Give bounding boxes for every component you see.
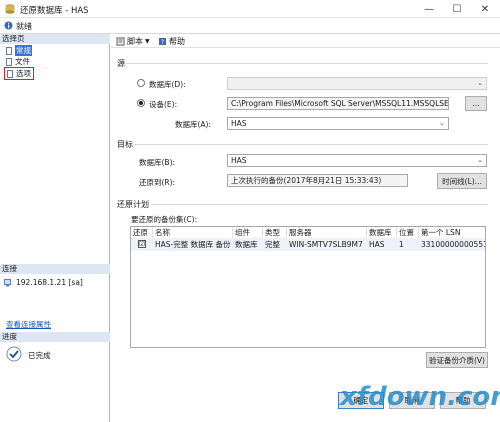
watermark: xfdown.com: [340, 382, 500, 412]
maximize-button[interactable]: ☐: [444, 0, 470, 18]
device-path-field[interactable]: C:\Program Files\Microsoft SQL Server\MS…: [227, 97, 449, 110]
source-db-select[interactable]: HAS ⌄: [227, 117, 449, 130]
completed-icon: [6, 346, 22, 362]
connection-header: 连接: [0, 264, 110, 274]
target-db-select[interactable]: HAS ⌄: [227, 154, 487, 167]
column-header[interactable]: 组件: [233, 227, 263, 238]
page-item-general[interactable]: 常规: [6, 45, 32, 56]
table-row[interactable]: ☑ HAS-完整 数据库 备份 数据库 完整 WIN-SMTV7SLB9M7 H…: [131, 238, 485, 251]
connection-text: 192.168.1.21 [sa]: [16, 278, 83, 287]
chevron-down-icon: ▼: [145, 38, 150, 45]
progress-text: 已完成: [28, 351, 51, 360]
row-first-lsn: 33100000000551000: [421, 240, 485, 249]
divider: [151, 204, 488, 205]
progress-header: 进度: [0, 332, 110, 342]
row-name: HAS-完整 数据库 备份: [155, 240, 231, 249]
chevron-down-icon: ⌄: [477, 79, 483, 87]
page-icon: [7, 69, 13, 78]
restore-plan-label: 还原计划: [117, 200, 149, 209]
target-label: 目标: [117, 140, 133, 149]
source-database-combo: ⌄: [227, 77, 487, 90]
help-icon: ?: [159, 38, 166, 46]
page-item-label: 文件: [15, 57, 30, 66]
svg-text:?: ?: [161, 39, 164, 46]
toolbar: 脚本 ▼ ? 帮助: [111, 34, 500, 48]
source-label: 源: [117, 59, 125, 68]
database-radio[interactable]: [137, 79, 145, 87]
window-title: 还原数据库 - HAS: [20, 6, 89, 16]
column-header[interactable]: 第一个 LSN: [419, 227, 485, 238]
backup-sets-grid[interactable]: 还原 名称 组件 类型 服务器 数据库 位置 第一个 LSN ☑ HAS-完整 …: [130, 226, 486, 348]
status-bar: 就绪: [0, 18, 500, 34]
source-db-label: 数据库(A):: [175, 120, 212, 129]
script-icon: [116, 37, 125, 46]
restore-to-field: 上次执行的备份(2017年8月21日 15:33:43): [227, 174, 408, 187]
status-text: 就绪: [16, 22, 32, 31]
divider: [133, 144, 488, 145]
server-icon: [4, 279, 11, 287]
close-button[interactable]: ✕: [472, 0, 498, 18]
target-db-label: 数据库(B):: [139, 158, 176, 167]
title-bar: 还原数据库 - HAS — ☐ ✕: [0, 0, 500, 18]
row-position: 1: [399, 240, 404, 249]
timeline-button[interactable]: 时间线(L)...: [437, 173, 487, 189]
left-panel: 选择页 常规 文件 选项 连接 192.168.1.21 [sa] 查看连接属性…: [0, 34, 110, 422]
backup-sets-label: 要还原的备份集(C):: [131, 215, 198, 224]
page-item-options[interactable]: 选项: [4, 67, 34, 80]
column-header[interactable]: 名称: [153, 227, 233, 238]
row-component: 数据库: [235, 240, 258, 249]
chevron-down-icon: ⌄: [477, 156, 483, 164]
maximize-icon: ☐: [452, 3, 462, 15]
column-header[interactable]: 还原: [131, 227, 153, 238]
divider: [126, 63, 488, 64]
view-connection-properties-link[interactable]: 查看连接属性: [6, 319, 51, 330]
page-item-files[interactable]: 文件: [6, 56, 30, 67]
column-header[interactable]: 位置: [397, 227, 419, 238]
page-item-label: 选项: [16, 69, 31, 78]
row-server: WIN-SMTV7SLB9M7: [289, 240, 363, 249]
device-radio[interactable]: [137, 99, 145, 107]
page-icon: [6, 57, 12, 66]
minimize-button[interactable]: —: [416, 0, 442, 18]
row-database: HAS: [369, 240, 385, 249]
column-header[interactable]: 类型: [263, 227, 287, 238]
restore-checkbox[interactable]: ☑: [138, 240, 146, 248]
help-label: 帮助: [169, 37, 185, 46]
restore-to-label: 还原到(R):: [139, 178, 176, 187]
device-radio-label: 设备(E):: [149, 100, 178, 109]
close-icon: ✕: [480, 3, 490, 15]
target-db-value: HAS: [231, 156, 247, 165]
select-page-header: 选择页: [0, 34, 110, 44]
source-db-value: HAS: [231, 119, 247, 128]
minimize-icon: —: [424, 3, 434, 15]
column-header[interactable]: 数据库: [367, 227, 397, 238]
script-label: 脚本: [127, 37, 143, 46]
page-item-label: 常规: [15, 45, 32, 56]
browse-button[interactable]: ...: [465, 96, 487, 111]
database-radio-label: 数据库(D):: [149, 80, 186, 89]
page-icon: [6, 46, 12, 55]
chevron-down-icon: ⌄: [439, 119, 445, 127]
verify-backup-media-button[interactable]: 验证备份介质(V): [426, 352, 488, 368]
column-header[interactable]: 服务器: [287, 227, 367, 238]
row-type: 完整: [265, 240, 280, 249]
info-icon: [4, 21, 13, 30]
help-button[interactable]: ? 帮助: [158, 36, 185, 47]
database-restore-icon: [5, 4, 15, 14]
script-button[interactable]: 脚本 ▼: [116, 36, 150, 47]
